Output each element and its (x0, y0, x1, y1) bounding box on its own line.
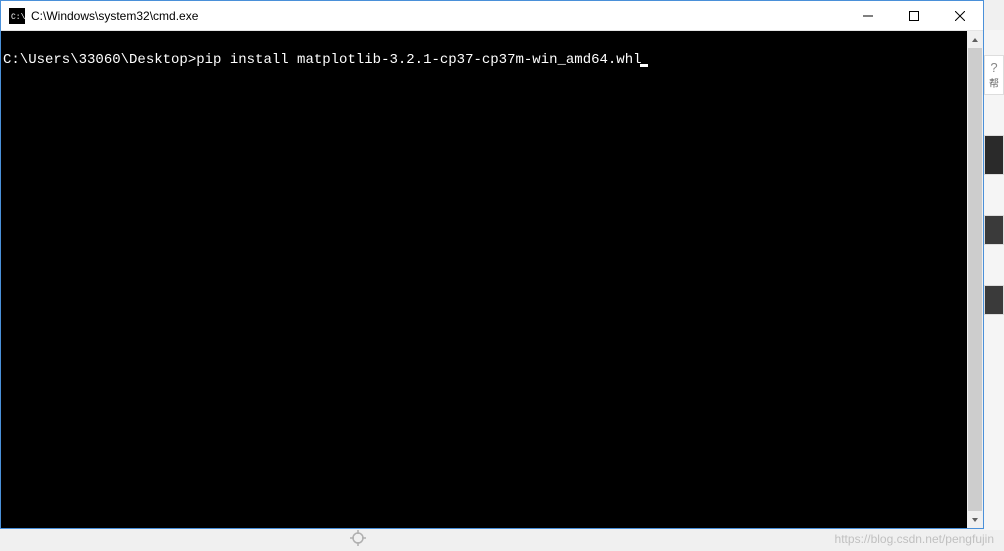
scroll-up-button[interactable] (967, 31, 983, 48)
cursor (640, 64, 648, 67)
help-label: 帮 (989, 75, 999, 90)
sidebar-thumb-1[interactable] (984, 135, 1004, 175)
scroll-down-button[interactable] (967, 511, 983, 528)
scrollbar-track[interactable] (967, 48, 983, 511)
target-icon (350, 530, 366, 546)
sidebar-thumb-2[interactable] (984, 215, 1004, 245)
terminal-line: C:\Users\33060\Desktop>pip install matpl… (1, 31, 967, 69)
close-icon (955, 11, 965, 21)
window-title: C:\Windows\system32\cmd.exe (31, 9, 845, 23)
minimize-button[interactable] (845, 1, 891, 30)
titlebar[interactable]: C:\ C:\Windows\system32\cmd.exe (1, 1, 983, 31)
minimize-icon (863, 11, 873, 21)
scrollbar[interactable] (967, 31, 983, 528)
scrollbar-thumb[interactable] (968, 48, 982, 511)
maximize-icon (909, 11, 919, 21)
svg-text:C:\: C:\ (11, 13, 25, 22)
help-icon: ? (990, 60, 997, 75)
cmd-window: C:\ C:\Windows\system32\cmd.exe (0, 0, 984, 529)
terminal[interactable]: C:\Users\33060\Desktop>pip install matpl… (1, 31, 967, 528)
window-controls (845, 1, 983, 30)
cmd-icon: C:\ (9, 8, 25, 24)
terminal-container: C:\Users\33060\Desktop>pip install matpl… (1, 31, 983, 528)
sidebar-thumb-3[interactable] (984, 285, 1004, 315)
command-text: pip install matplotlib-3.2.1-cp37-cp37m-… (196, 52, 641, 68)
close-button[interactable] (937, 1, 983, 30)
help-widget[interactable]: ? 帮 (984, 55, 1004, 95)
prompt: C:\Users\33060\Desktop> (3, 52, 196, 68)
watermark: https://blog.csdn.net/pengfujin (835, 532, 994, 546)
chevron-up-icon (971, 36, 979, 44)
maximize-button[interactable] (891, 1, 937, 30)
right-panel: ? 帮 (984, 30, 1004, 530)
chevron-down-icon (971, 516, 979, 524)
